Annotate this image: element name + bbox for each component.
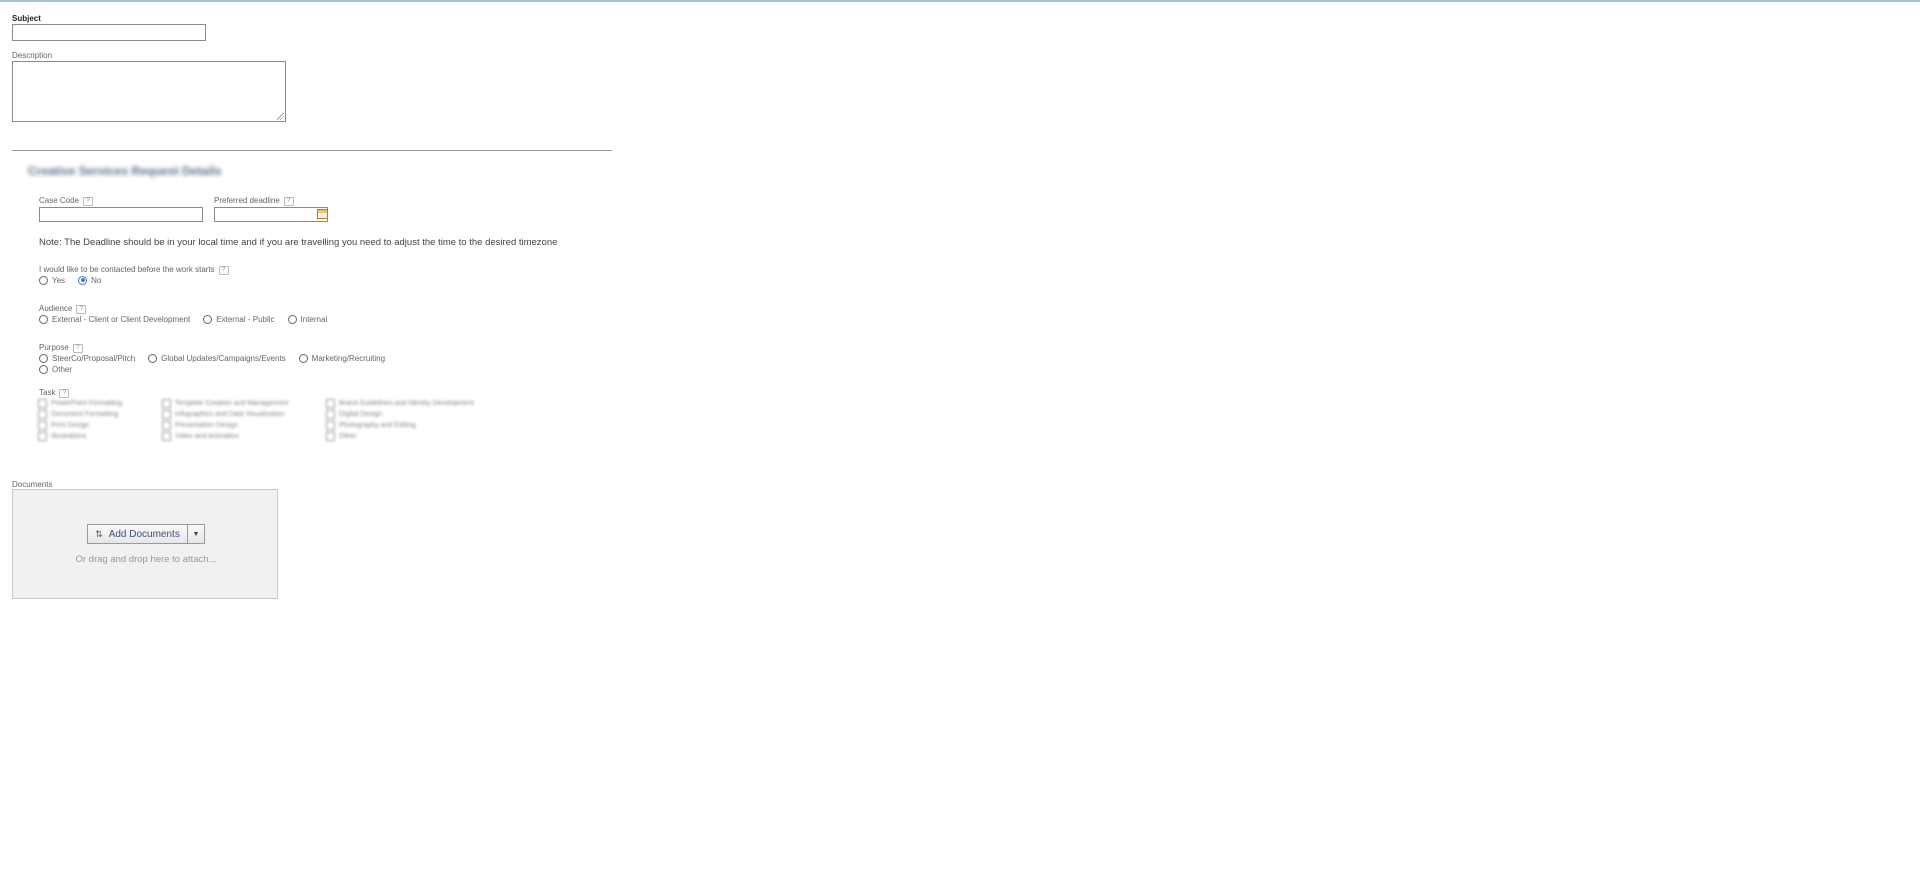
task-item[interactable]: Illustrations	[38, 431, 86, 441]
task-checkbox[interactable]	[38, 431, 47, 441]
task-item-label: Other	[339, 432, 357, 440]
task-item[interactable]: Brand Guidelines and Identity Developmen…	[326, 398, 474, 408]
task-item-label: Presentation Design	[175, 421, 239, 429]
contact-option-yes-label: Yes	[52, 275, 66, 285]
task-item[interactable]: Video and Animation	[162, 431, 239, 441]
task-item[interactable]: Print Design	[38, 420, 89, 430]
task-item[interactable]: Template Creation and Management	[162, 398, 288, 408]
add-documents-dropdown-button[interactable]: ▼	[188, 524, 205, 544]
task-item-label: Video and Animation	[175, 432, 240, 440]
radio-external-client[interactable]	[39, 314, 48, 324]
resize-grip-icon[interactable]	[277, 113, 284, 120]
calendar-icon[interactable]	[317, 209, 328, 219]
add-documents-label: Add Documents	[108, 528, 180, 540]
case-code-label-text: Case Code	[39, 196, 80, 205]
task-item-label: Illustrations	[51, 432, 87, 440]
task-item[interactable]: Infographics and Data Visualization	[162, 409, 285, 419]
purpose-radio-group: SteerCo/Proposal/Pitch Global Updates/Ca…	[39, 352, 398, 364]
task-item-label: Print Design	[51, 421, 90, 429]
subject-label: Subject	[12, 14, 41, 23]
task-item[interactable]: Other	[326, 431, 357, 441]
purpose-option-steerco[interactable]: SteerCo/Proposal/Pitch	[39, 353, 136, 363]
audience-label-text: Audience	[39, 304, 73, 313]
subject-input[interactable]	[12, 24, 206, 41]
task-checkbox[interactable]	[162, 409, 171, 419]
task-checkbox[interactable]	[38, 398, 47, 408]
task-checkbox[interactable]	[326, 431, 335, 441]
task-label-text: Task	[39, 388, 56, 397]
section-title: Creative Services Request Details	[28, 164, 222, 178]
attach-icon: ⇅	[95, 528, 103, 539]
audience-option-internal[interactable]: Internal	[287, 314, 328, 324]
audience-option-internal-label: Internal	[300, 314, 328, 324]
purpose-option-marketing[interactable]: Marketing/Recruiting	[298, 353, 386, 363]
add-documents-button[interactable]: ⇅ Add Documents	[87, 524, 188, 544]
contact-option-no[interactable]: No	[78, 275, 102, 285]
documents-drop-zone[interactable]: ⇅ Add Documents ▼ Or drag and drop here …	[12, 489, 278, 599]
audience-option-external-client[interactable]: External - Client or Client Development	[39, 314, 191, 324]
radio-yes[interactable]	[39, 275, 48, 285]
task-checkbox[interactable]	[162, 398, 171, 408]
description-label: Description	[12, 51, 53, 60]
purpose-option-other-label: Other	[52, 364, 73, 374]
task-item[interactable]: Photography and Editing	[326, 420, 416, 430]
task-item[interactable]: Document Formatting	[38, 409, 118, 419]
task-item[interactable]: PowerPoint Formatting	[38, 398, 122, 408]
contact-radio-group: Yes No	[39, 274, 114, 286]
task-item-label: PowerPoint Formatting	[51, 399, 123, 407]
audience-radio-group: External - Client or Client Development …	[39, 313, 340, 325]
radio-internal[interactable]	[287, 314, 297, 324]
task-item-label: Template Creation and Management	[175, 399, 289, 407]
deadline-label: Preferred deadline?	[214, 196, 294, 206]
radio-marketing[interactable]	[298, 353, 308, 363]
radio-external-public[interactable]	[203, 314, 213, 324]
description-textarea[interactable]	[12, 61, 286, 122]
task-checkbox[interactable]	[162, 420, 171, 430]
task-item-label: Photography and Editing	[339, 421, 416, 429]
contact-option-no-label: No	[91, 275, 102, 285]
case-code-label: Case Code?	[39, 196, 94, 206]
audience-option-external-public-label: External - Public	[216, 314, 275, 324]
audience-option-external-client-label: External - Client or Client Development	[52, 314, 191, 324]
task-label: Task?	[39, 388, 70, 398]
purpose-label-text: Purpose	[39, 343, 69, 352]
task-item-label: Document Formatting	[51, 410, 119, 418]
task-checkbox[interactable]	[38, 420, 47, 430]
task-item-label: Digital Design	[339, 410, 383, 418]
top-border	[0, 0, 1920, 2]
radio-steerco[interactable]	[39, 353, 48, 363]
task-item[interactable]: Presentation Design	[162, 420, 238, 430]
audience-option-external-public[interactable]: External - Public	[203, 314, 275, 324]
purpose-radio-group-row2: Other	[39, 363, 85, 375]
task-checkbox[interactable]	[38, 409, 47, 419]
purpose-option-global-updates-label: Global Updates/Campaigns/Events	[161, 353, 286, 363]
case-code-help-icon[interactable]: ?	[83, 197, 94, 206]
section-divider	[12, 150, 612, 151]
task-checkbox[interactable]	[326, 398, 335, 408]
task-checkbox[interactable]	[162, 431, 171, 441]
task-item-label: Brand Guidelines and Identity Developmen…	[339, 399, 475, 407]
contact-help-icon[interactable]: ?	[218, 266, 229, 275]
purpose-option-other[interactable]: Other	[39, 364, 73, 374]
deadline-note: Note: The Deadline should be in your loc…	[39, 237, 558, 248]
purpose-option-steerco-label: SteerCo/Proposal/Pitch	[52, 353, 136, 363]
radio-global-updates[interactable]	[148, 353, 158, 363]
task-item-label: Infographics and Data Visualization	[175, 410, 285, 418]
contact-option-yes[interactable]: Yes	[39, 275, 66, 285]
deadline-input[interactable]	[214, 207, 328, 222]
purpose-option-global-updates[interactable]: Global Updates/Campaigns/Events	[148, 353, 286, 363]
task-help-icon[interactable]: ?	[59, 389, 70, 398]
case-code-input[interactable]	[39, 207, 203, 222]
contact-label-text: I would like to be contacted before the …	[39, 265, 215, 274]
radio-no[interactable]	[78, 275, 88, 285]
task-checkbox[interactable]	[326, 409, 335, 419]
chevron-down-icon: ▼	[192, 530, 200, 538]
drop-hint: Or drag and drop here to attach...	[75, 554, 217, 565]
deadline-label-text: Preferred deadline	[214, 196, 280, 205]
task-checkbox[interactable]	[326, 420, 335, 430]
deadline-help-icon[interactable]: ?	[283, 197, 294, 206]
purpose-option-marketing-label: Marketing/Recruiting	[311, 353, 386, 363]
task-item[interactable]: Digital Design	[326, 409, 382, 419]
radio-other[interactable]	[39, 364, 48, 374]
